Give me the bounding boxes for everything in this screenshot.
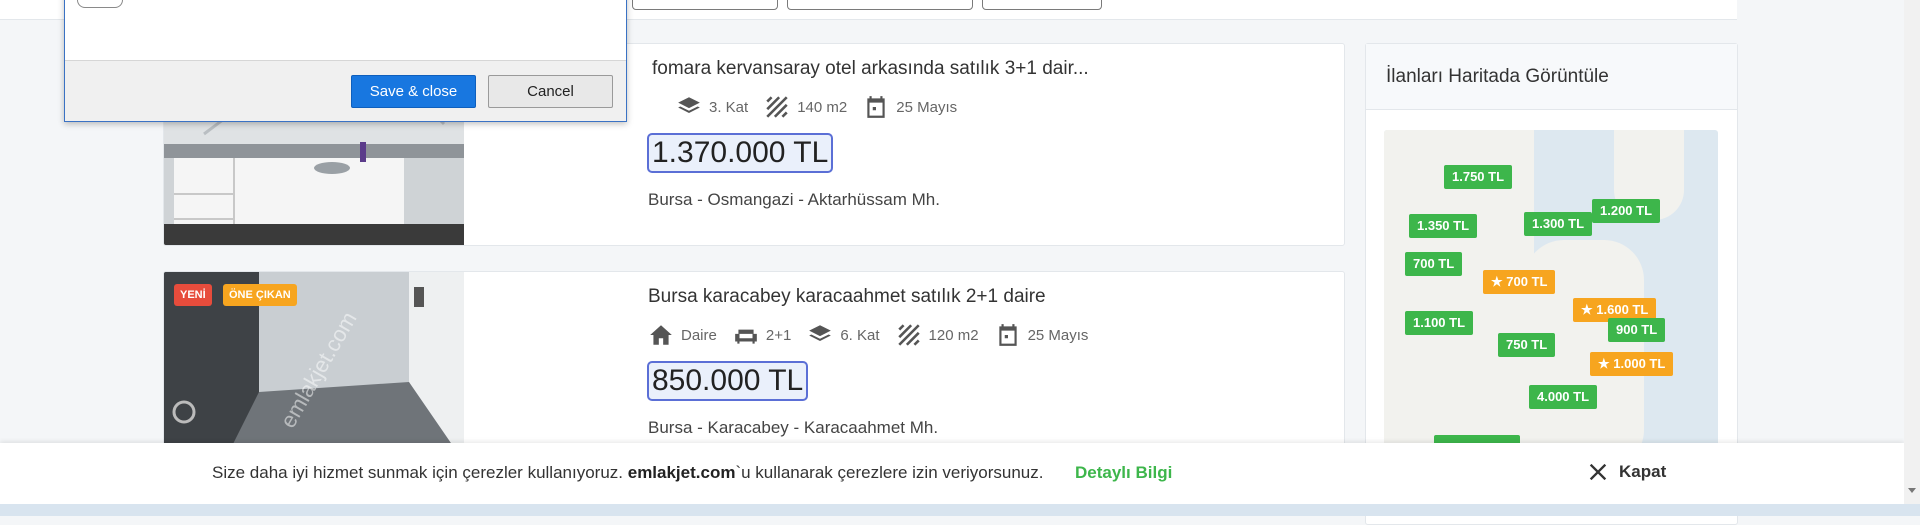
- listing-meta-item: 25 Mayıs: [863, 94, 957, 120]
- listing-location: Bursa - Karacabey - Karacaahmet Mh.: [648, 418, 939, 437]
- listing-card[interactable]: YENİ ÖNE ÇIKAN emlakjet.com Bursa karaca…: [163, 271, 1345, 463]
- dialog-footer: Save & close Cancel: [65, 60, 626, 121]
- taskbar-strip: [0, 504, 1920, 516]
- home-icon: [650, 325, 672, 345]
- star-icon: ★: [1581, 302, 1593, 317]
- map-price-pin[interactable]: 700 TL: [1405, 252, 1463, 276]
- map-price-pin[interactable]: 750 TL: [1498, 333, 1556, 357]
- cancel-button[interactable]: Cancel: [488, 75, 613, 108]
- map-price-pin[interactable]: 1.100 TL: [1405, 311, 1474, 335]
- map-price-pin[interactable]: 900 TL: [1608, 318, 1666, 342]
- filter-button[interactable]: [632, 0, 778, 10]
- map-price-pin[interactable]: 4.000 TL: [1529, 385, 1598, 409]
- calendar-icon: [867, 96, 885, 118]
- listing-meta-item: 25 Mayıs: [995, 322, 1089, 348]
- cookie-close-label: Kapat: [1619, 462, 1667, 481]
- star-icon: ★: [1598, 356, 1610, 371]
- map-featured-pin[interactable]: ★ 700 TL: [1483, 270, 1556, 294]
- listing-meta-item: 120 m2: [896, 322, 979, 348]
- floor-icon: [678, 97, 700, 113]
- cookie-close-button[interactable]: Kapat: [1587, 461, 1666, 483]
- listing-meta-item: 2+1: [733, 322, 791, 348]
- listing-meta-item: 6. Kat: [807, 322, 880, 348]
- cookie-details-link[interactable]: Detaylı Bilgi: [1075, 463, 1172, 483]
- map-pin-label: 1.600 TL: [1596, 302, 1649, 317]
- listing-location: Bursa - Osmangazi - Aktarhüssam Mh.: [648, 190, 940, 209]
- filter-button[interactable]: [787, 0, 973, 10]
- listing-area: 140 m2: [797, 98, 848, 116]
- listing-floor: 3. Kat: [709, 98, 749, 116]
- listing-title[interactable]: Bursa karacabey karacaahmet satılık 2+1 …: [648, 286, 1046, 308]
- new-badge: YENİ: [174, 284, 212, 306]
- settings-dialog: No Save & close Cancel: [64, 0, 627, 122]
- listing-rooms: 2+1: [765, 326, 792, 344]
- cookie-banner: Size daha iyi hizmet sunmak için çerezle…: [0, 443, 1904, 504]
- cookie-text-before: Size daha iyi hizmet sunmak için çerezle…: [212, 463, 628, 482]
- listing-price: 850.000 TL: [647, 361, 809, 401]
- cookie-message: Size daha iyi hizmet sunmak için çerezle…: [212, 463, 1044, 483]
- listing-date: 25 Mayıs: [1027, 326, 1089, 344]
- map-pin-label: 700 TL: [1506, 274, 1548, 289]
- sofa-icon: [735, 329, 757, 344]
- map-featured-pin[interactable]: ★ 1.000 TL: [1590, 352, 1674, 376]
- listing-price: 1.370.000 TL: [647, 133, 834, 173]
- star-icon: ★: [1491, 274, 1503, 289]
- area-icon: [897, 324, 920, 346]
- map-price-pin[interactable]: 1.350 TL: [1409, 214, 1478, 238]
- scroll-down-icon[interactable]: [1908, 488, 1916, 493]
- cookie-brand: emlakjet.com: [627, 463, 736, 482]
- cookie-text-after: `u kullanarak çerezlere izin veriyorsunu…: [735, 463, 1044, 482]
- listing-meta-item: Daire: [648, 322, 717, 348]
- toggle-switch[interactable]: [77, 0, 123, 8]
- page-scrollbar[interactable]: [1904, 0, 1920, 504]
- listing-meta-item: 140 m2: [764, 94, 847, 120]
- featured-badge: ÖNE ÇIKAN: [223, 284, 297, 306]
- listing-floor: 6. Kat: [840, 326, 880, 344]
- listing-photo[interactable]: YENİ ÖNE ÇIKAN emlakjet.com: [164, 272, 464, 462]
- listing-meta: 3. Kat 140 m2 25 Mayıs: [676, 94, 967, 120]
- area-icon: [766, 96, 788, 118]
- filter-button[interactable]: [982, 0, 1102, 10]
- toggle-label: No: [129, 0, 146, 2]
- listing-meta-item: 3. Kat: [676, 94, 748, 120]
- listing-area: 120 m2: [928, 326, 979, 344]
- calendar-icon: [998, 324, 1017, 346]
- map-pin-label: 1.000 TL: [1613, 356, 1666, 371]
- save-close-button[interactable]: Save & close: [351, 75, 476, 108]
- map-view[interactable]: 1.750 TL 1.350 TL 1.300 TL 1.200 TL 700 …: [1384, 130, 1718, 470]
- map-header: İlanları Haritada Görüntüle: [1366, 44, 1737, 110]
- listing-title[interactable]: fomara kervansaray otel arkasında satılı…: [652, 58, 1089, 80]
- map-price-pin[interactable]: 1.750 TL: [1444, 165, 1513, 189]
- floor-icon: [809, 325, 832, 341]
- close-icon: [1589, 463, 1607, 481]
- map-price-pin[interactable]: 1.300 TL: [1524, 212, 1593, 236]
- listing-meta: Daire 2+1 6. Kat 120 m2 25 Mayıs: [648, 322, 1098, 348]
- listing-type: Daire: [681, 326, 717, 344]
- listing-date: 25 Mayıs: [896, 98, 958, 116]
- map-title[interactable]: İlanları Haritada Görüntüle: [1386, 66, 1609, 88]
- map-price-pin[interactable]: 1.200 TL: [1592, 199, 1661, 223]
